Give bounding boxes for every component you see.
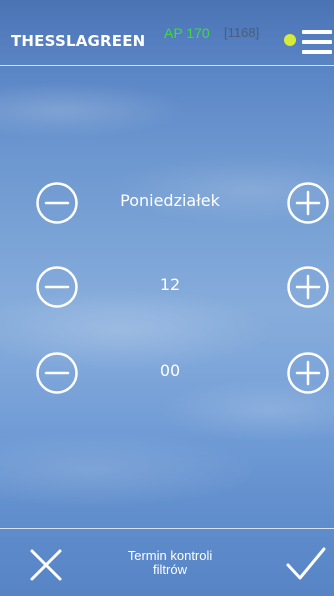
day-decrement-button[interactable] — [35, 181, 79, 225]
minus-circle-icon — [36, 266, 78, 308]
screen-title-line1: Termin kontroli — [127, 548, 213, 563]
plus-circle-icon — [287, 352, 329, 394]
confirm-button[interactable] — [284, 545, 326, 585]
minute-increment-button[interactable] — [286, 351, 330, 395]
day-value: Poniedziałek — [120, 191, 220, 210]
plus-circle-icon — [287, 266, 329, 308]
screen-title: Termin kontroli filtrów — [100, 549, 240, 577]
minute-value: 00 — [159, 361, 181, 380]
footer-bar: Termin kontroli filtrów — [0, 528, 334, 596]
minus-circle-icon — [36, 352, 78, 394]
hour-value: 12 — [159, 275, 181, 294]
connection-status-dot — [284, 34, 296, 46]
day-stepper: Poniedziałek — [0, 181, 334, 233]
hour-stepper: 12 — [0, 265, 334, 317]
cancel-button[interactable] — [26, 545, 66, 585]
minute-decrement-button[interactable] — [35, 351, 79, 395]
hour-decrement-button[interactable] — [35, 265, 79, 309]
day-increment-button[interactable] — [286, 181, 330, 225]
screen-title-line2: filtrów — [153, 562, 187, 577]
minute-stepper: 00 — [0, 351, 334, 403]
checkmark-icon — [286, 547, 326, 580]
minus-circle-icon — [36, 182, 78, 224]
close-icon — [30, 549, 62, 581]
device-serial: [1168] — [224, 25, 260, 40]
hour-increment-button[interactable] — [286, 265, 330, 309]
plus-circle-icon — [287, 182, 329, 224]
header-bar: THESSLAGREEN AP 170 [1168] — [0, 0, 334, 66]
device-model: AP 170 — [164, 25, 210, 41]
brand-logo: THESSLAGREEN — [11, 32, 146, 50]
hamburger-menu-icon[interactable] — [302, 28, 334, 56]
